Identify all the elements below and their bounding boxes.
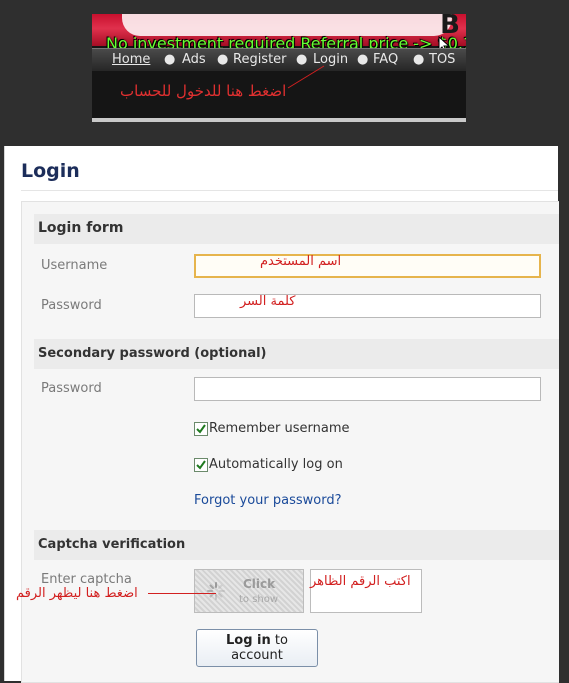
login-form: Login form Username اسم المستخدم Passwor…: [21, 201, 559, 683]
remember-label: Remember username: [209, 421, 350, 436]
section-heading: Login form: [38, 220, 124, 236]
password-label: Password: [41, 298, 102, 313]
section-heading: Captcha verification: [38, 537, 186, 552]
username-input[interactable]: [194, 254, 541, 278]
password-hint-annotation: كلمة السر: [240, 294, 296, 309]
secondary-password-label: Password: [41, 381, 102, 396]
secondary-password-input[interactable]: [194, 377, 541, 401]
captcha-click-annotation: اضغط هنا ليظهر الرقم: [16, 586, 138, 601]
auto-logon-label: Automatically log on: [209, 457, 343, 472]
forgot-password-link[interactable]: Forgot your password?: [194, 493, 342, 508]
login-hint-annotation: اضغط هنا للدخول للحساب: [120, 82, 287, 100]
annotation-arrow-login: [287, 65, 325, 89]
remember-checkbox[interactable]: [194, 422, 208, 436]
section-secondary-password: Secondary password (optional): [34, 339, 559, 369]
banner-bottom-border: [92, 118, 466, 122]
username-label: Username: [41, 258, 108, 273]
loading-spinner-icon: [207, 582, 225, 600]
submit-label-bold: Log in: [226, 633, 271, 648]
captcha-label: Enter captcha: [41, 572, 132, 587]
site-banner: B No investment required Referral price …: [92, 14, 466, 122]
captcha-input-hint-annotation: اكتب الرقم الظاهر: [310, 574, 411, 589]
username-hint-annotation: اسم المستخدم: [260, 254, 342, 269]
annotation-arrow-captcha: [148, 593, 216, 594]
section-captcha: Captcha verification: [34, 530, 559, 560]
section-heading: Secondary password (optional): [38, 346, 267, 361]
checkmark-icon: [196, 460, 206, 470]
login-submit-button[interactable]: Log in to account: [196, 629, 318, 667]
captcha-click-text: Click: [243, 577, 276, 591]
section-login-form: Login form: [34, 214, 559, 244]
auto-logon-checkbox[interactable]: [194, 458, 208, 472]
captcha-show-text: to show: [239, 594, 279, 605]
captcha-image[interactable]: Click to show: [194, 569, 304, 613]
page-title: Login: [21, 160, 80, 182]
title-divider: [21, 190, 558, 191]
checkmark-icon: [196, 424, 206, 434]
